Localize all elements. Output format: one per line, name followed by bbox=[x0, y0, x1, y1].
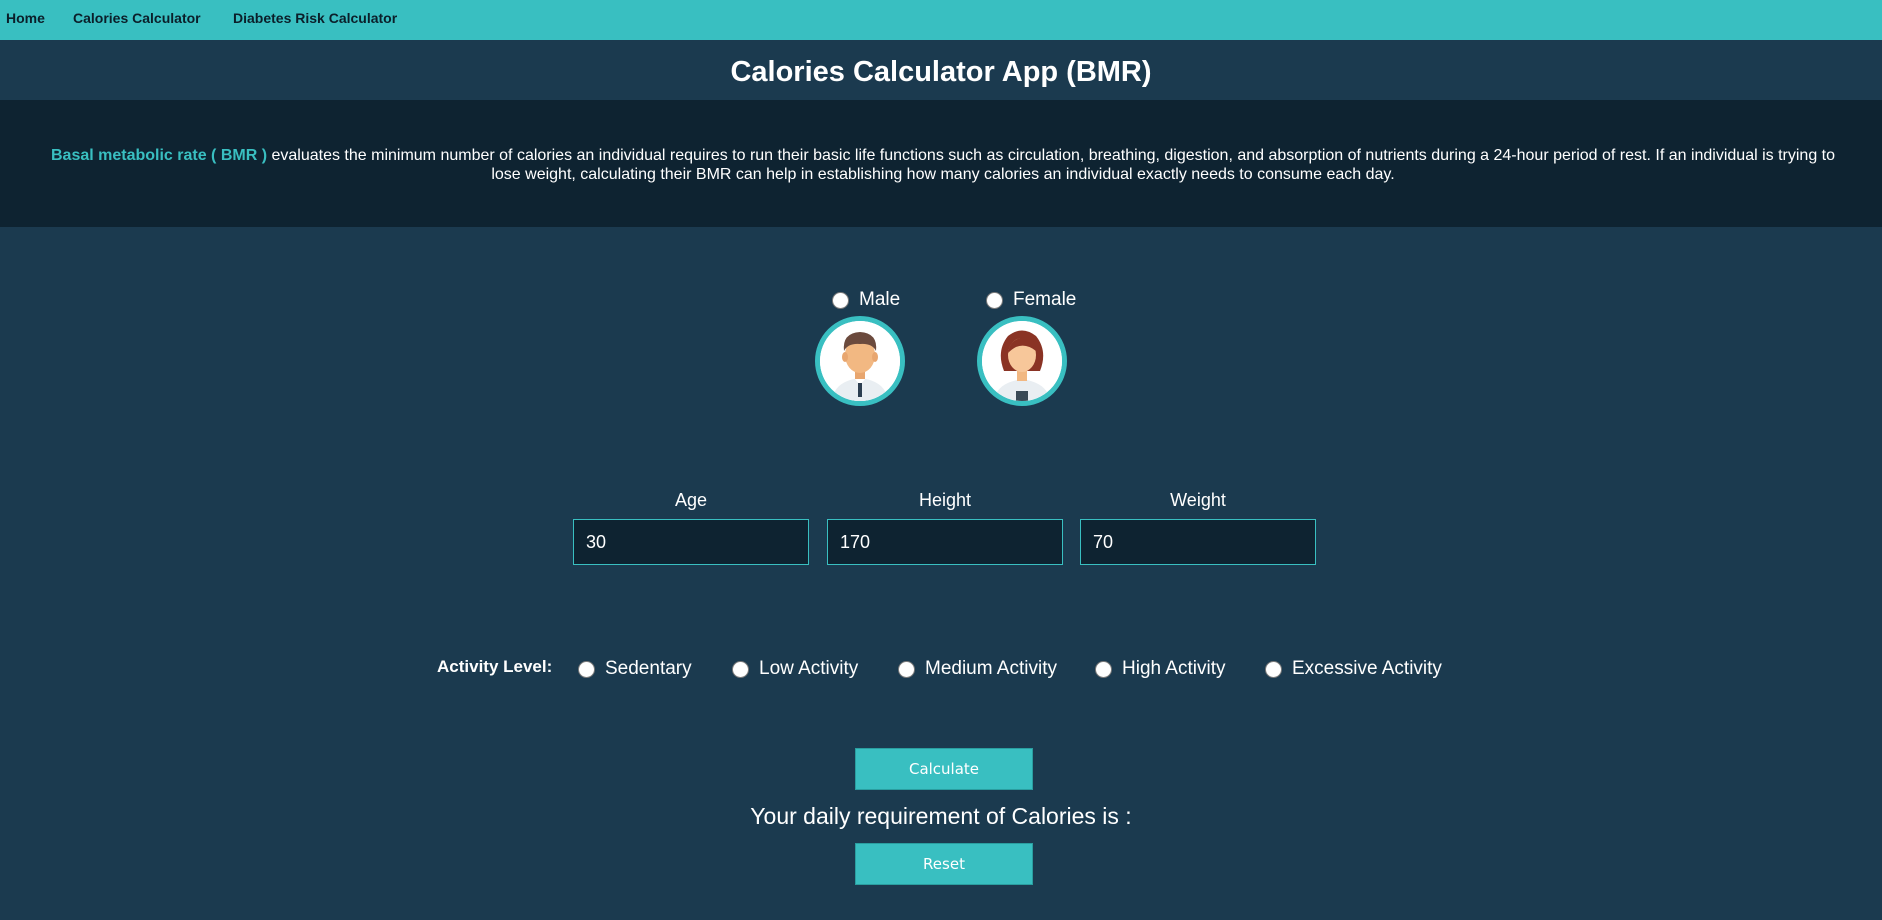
height-label: Height bbox=[918, 490, 972, 510]
intro-body-text: evaluates the minimum number of calories… bbox=[267, 147, 1836, 183]
female-radio[interactable] bbox=[986, 291, 1003, 309]
male-radio[interactable] bbox=[832, 291, 849, 309]
weight-input[interactable] bbox=[1080, 519, 1316, 565]
nav-link-calories-calculator[interactable]: Calories Calculator bbox=[73, 10, 201, 26]
activity-option-high[interactable]: High Activity bbox=[1095, 658, 1225, 680]
top-navbar: Home Calories Calculator Diabetes Risk C… bbox=[0, 0, 1882, 40]
activity-level-label: Activity Level: bbox=[437, 657, 553, 676]
male-label: Male bbox=[859, 289, 901, 310]
height-input[interactable] bbox=[827, 519, 1063, 565]
intro-section: Basal metabolic rate ( BMR ) evaluates t… bbox=[0, 100, 1882, 227]
medium-activity-label: Medium Activity bbox=[925, 658, 1057, 679]
activity-option-medium[interactable]: Medium Activity bbox=[898, 658, 1057, 680]
gender-option-female[interactable]: Female bbox=[986, 289, 1076, 311]
calorie-result-text: Your daily requirement of Calories is : bbox=[750, 803, 1132, 829]
sedentary-radio[interactable] bbox=[578, 660, 595, 678]
excessive-activity-radio[interactable] bbox=[1265, 660, 1282, 678]
nav-link-home[interactable]: Home bbox=[6, 10, 45, 26]
age-input[interactable] bbox=[573, 519, 809, 565]
gender-option-male[interactable]: Male bbox=[832, 289, 900, 311]
medium-activity-radio[interactable] bbox=[898, 660, 915, 678]
male-avatar-graphic bbox=[820, 321, 900, 401]
age-label: Age bbox=[674, 490, 708, 510]
low-activity-label: Low Activity bbox=[759, 658, 859, 679]
female-avatar-icon[interactable] bbox=[977, 316, 1067, 406]
high-activity-label: High Activity bbox=[1122, 658, 1226, 679]
page-title: Calories Calculator App (BMR) bbox=[730, 56, 1152, 88]
male-avatar-icon[interactable] bbox=[815, 316, 905, 406]
activity-option-excessive[interactable]: Excessive Activity bbox=[1265, 658, 1442, 680]
high-activity-radio[interactable] bbox=[1095, 660, 1112, 678]
excessive-activity-label: Excessive Activity bbox=[1292, 658, 1442, 679]
nav-link-diabetes-risk-calculator[interactable]: Diabetes Risk Calculator bbox=[233, 10, 397, 26]
bmr-highlight: Basal metabolic rate ( BMR ) bbox=[50, 147, 268, 164]
reset-button[interactable]: Reset bbox=[855, 843, 1033, 885]
low-activity-radio[interactable] bbox=[732, 660, 749, 678]
weight-label: Weight bbox=[1170, 490, 1226, 510]
female-avatar-graphic bbox=[982, 321, 1062, 401]
activity-option-low[interactable]: Low Activity bbox=[732, 658, 858, 680]
calculate-button[interactable]: Calculate bbox=[855, 748, 1033, 790]
female-label: Female bbox=[1013, 289, 1077, 310]
intro-paragraph: Basal metabolic rate ( BMR ) evaluates t… bbox=[48, 146, 1838, 184]
sedentary-label: Sedentary bbox=[605, 658, 692, 679]
activity-option-sedentary[interactable]: Sedentary bbox=[578, 658, 692, 680]
